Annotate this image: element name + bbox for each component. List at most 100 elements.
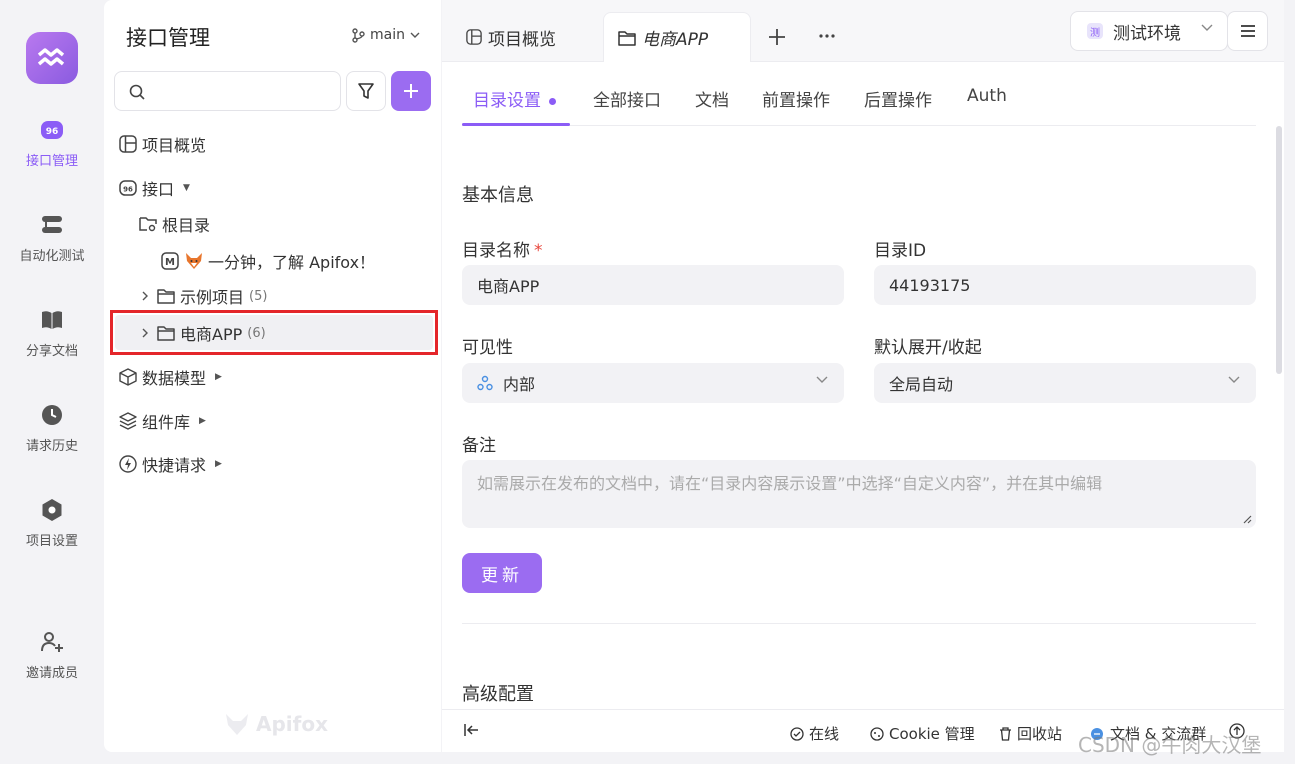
rail-label: 项目设置 xyxy=(25,534,78,549)
collapse-sidebar-button[interactable] xyxy=(464,723,480,737)
tree-item-ecommerce-app[interactable]: 电商APP (6) xyxy=(138,316,266,350)
filter-icon xyxy=(358,83,374,99)
more-horizontal-icon xyxy=(819,34,835,38)
svg-text:96: 96 xyxy=(123,186,133,194)
rail-label: 分享文档 xyxy=(25,344,78,359)
subtab-pre-processors[interactable]: 前置操作 xyxy=(762,86,830,111)
chevron-down-icon xyxy=(1201,24,1213,31)
divider xyxy=(462,623,1256,624)
markdown-icon: M xyxy=(160,251,180,271)
search-input[interactable] xyxy=(114,71,341,111)
resize-handle-icon[interactable] xyxy=(1242,514,1252,524)
tab-project-overview[interactable]: 项目概览 xyxy=(466,12,556,62)
tree-item-schemas[interactable]: 数据模型 ▶ xyxy=(118,360,222,394)
expand-select[interactable]: 全局自动 xyxy=(874,363,1256,403)
tree-label: 根目录 xyxy=(162,216,211,235)
caret-right-icon: ▶ xyxy=(215,372,222,382)
folder-icon xyxy=(618,30,636,46)
required-mark: * xyxy=(534,241,543,261)
add-user-icon xyxy=(41,632,63,652)
folder-settings-icon xyxy=(138,214,158,234)
directory-name-label: 目录名称 * xyxy=(462,241,543,261)
caret-right-icon: ▶ xyxy=(215,459,222,469)
cookie-icon xyxy=(870,726,884,741)
tree-item-root[interactable]: 根目录 xyxy=(138,207,210,241)
tree-label: 组件库 xyxy=(142,413,191,432)
layout-icon xyxy=(466,29,482,45)
collapse-left-icon xyxy=(464,724,478,736)
subtab-post-processors[interactable]: 后置操作 xyxy=(864,86,932,111)
filter-button[interactable] xyxy=(346,71,386,111)
apifox-watermark: Apifox xyxy=(224,712,328,736)
api-icon: 96 xyxy=(118,178,138,198)
expand-label: 默认展开/收起 xyxy=(874,338,982,358)
env-badge: 测 xyxy=(1087,23,1103,39)
window-edge xyxy=(1284,0,1295,764)
advanced-config-title: 高级配置 xyxy=(462,684,534,705)
tree-count: (6) xyxy=(247,325,266,341)
visibility-label: 可见性 xyxy=(462,338,513,358)
rail-item-automation[interactable]: 自动化测试 xyxy=(0,213,104,264)
git-branch-icon xyxy=(352,27,365,43)
hexagon-settings-icon xyxy=(42,499,62,521)
csdn-watermark: CSDN @牛肉大汉堡 xyxy=(1078,733,1262,757)
trash-icon xyxy=(1000,726,1011,741)
unsaved-dot xyxy=(549,97,556,105)
subtab-directory-settings[interactable]: 目录设置 xyxy=(473,86,556,111)
tree-label: 示例项目 xyxy=(180,288,245,307)
apifox-logo-icon xyxy=(226,714,248,735)
environment-selector[interactable]: 测 测试环境 xyxy=(1070,11,1228,51)
layout-icon xyxy=(118,134,138,154)
new-tab-button[interactable] xyxy=(768,24,786,52)
chevron-down-icon xyxy=(1228,376,1240,383)
chevron-right-icon xyxy=(138,286,152,306)
icon-rail: 96 接口管理 自动化测试 分享文档 请求历史 项目设置 邀请成员 xyxy=(0,0,104,764)
env-label: 测试环境 xyxy=(1113,23,1181,44)
subtab-auth[interactable]: Auth xyxy=(967,86,1007,106)
plus-icon xyxy=(404,84,418,98)
tree-item-intro-doc[interactable]: M 一分钟，了解 Apifox！ xyxy=(160,244,375,278)
tab-ecommerce-app[interactable]: 电商APP xyxy=(603,12,751,62)
tree-label: 快捷请求 xyxy=(142,456,207,475)
trash-button[interactable]: 回收站 xyxy=(999,723,1062,744)
chevron-right-icon xyxy=(138,323,152,343)
note-textarea[interactable]: 如需展示在发布的文档中，请在“目录内容展示设置”中选择“自定义内容”，并在其中编… xyxy=(462,460,1256,528)
api-icon: 96 xyxy=(41,121,63,139)
lightning-icon xyxy=(118,454,138,474)
api-tree-panel: 接口管理 main 项目概览 96 接口 ▼ 根目录 M 一分钟，了解 Apif… xyxy=(104,0,441,752)
svg-text:96: 96 xyxy=(46,127,59,137)
tree-item-components[interactable]: 组件库 ▶ xyxy=(118,404,206,438)
app-logo[interactable] xyxy=(26,32,78,84)
note-placeholder: 如需展示在发布的文档中，请在“目录内容展示设置”中选择“自定义内容”，并在其中编… xyxy=(477,474,1103,493)
rail-item-history[interactable]: 请求历史 xyxy=(0,403,104,454)
rail-item-shared-docs[interactable]: 分享文档 xyxy=(0,308,104,359)
rail-item-project-settings[interactable]: 项目设置 xyxy=(0,498,104,549)
menu-button[interactable] xyxy=(1227,11,1268,51)
rail-item-api-management[interactable]: 96 接口管理 xyxy=(0,118,104,169)
subtab-docs[interactable]: 文档 xyxy=(695,86,729,111)
directory-name-input[interactable]: 电商APP xyxy=(462,265,844,305)
more-tabs-button[interactable] xyxy=(818,20,836,44)
fox-icon xyxy=(184,251,204,271)
search-icon xyxy=(129,84,145,100)
layers-icon xyxy=(118,411,138,431)
branch-selector[interactable]: main xyxy=(352,27,420,43)
clock-icon xyxy=(42,405,62,425)
tree-item-quick-requests[interactable]: 快捷请求 ▶ xyxy=(118,447,222,481)
visibility-select[interactable]: 内部 xyxy=(462,363,844,403)
internal-icon xyxy=(477,375,493,391)
scrollbar[interactable] xyxy=(1276,126,1282,374)
check-circle-icon xyxy=(790,726,804,741)
online-status[interactable]: 在线 xyxy=(790,723,839,744)
directory-id-field: 44193175 xyxy=(874,265,1256,305)
cookie-manager-button[interactable]: Cookie 管理 xyxy=(870,723,975,744)
tab-bar: 项目概览 电商APP 测 测试环境 xyxy=(442,0,1284,62)
add-button[interactable] xyxy=(391,71,431,111)
tree-item-sample-project[interactable]: 示例项目 (5) xyxy=(138,279,267,313)
tree-item-api[interactable]: 96 接口 ▼ xyxy=(118,171,190,205)
update-button[interactable]: 更新 xyxy=(462,553,542,593)
rail-item-invite[interactable]: 邀请成员 xyxy=(0,630,104,681)
tree-label: 项目概览 xyxy=(142,136,207,155)
subtab-all-apis[interactable]: 全部接口 xyxy=(593,86,661,111)
tree-item-overview[interactable]: 项目概览 xyxy=(118,127,206,161)
